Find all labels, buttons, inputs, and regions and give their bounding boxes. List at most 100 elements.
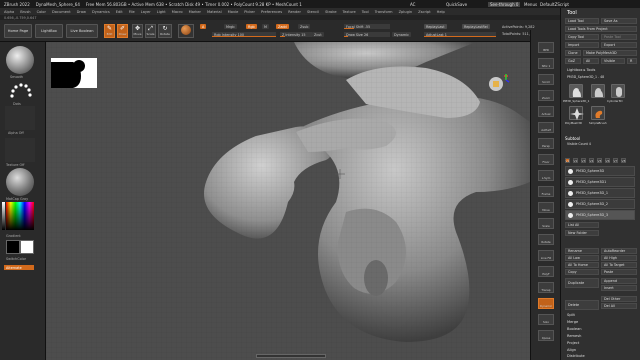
default-zscript-button[interactable]: DefaultZScript: [540, 2, 569, 7]
shelf-aahalf-button[interactable]: AAHalf: [538, 122, 554, 133]
subtool-row[interactable]: PM3D_Sphere3D_3: [565, 210, 635, 220]
menu-texture[interactable]: Texture: [343, 10, 356, 14]
save-as-button[interactable]: Save As: [601, 18, 637, 24]
alternate-button[interactable]: Alternate: [4, 265, 34, 270]
shelf-frame-button[interactable]: Frame: [538, 186, 554, 197]
v-button-1[interactable]: V1: [565, 158, 570, 163]
menu-light[interactable]: Light: [157, 10, 166, 14]
merge-menu[interactable]: Merge: [567, 320, 578, 324]
zsub-toggle[interactable]: Zsub: [298, 24, 311, 29]
v-button-7[interactable]: V7: [613, 158, 618, 163]
make-polymesh3d-button[interactable]: Make PolyMesh3D: [583, 50, 637, 56]
menu-movie[interactable]: Movie: [228, 10, 239, 14]
focal-shift-slider[interactable]: Focal Shift -55: [344, 24, 390, 29]
lightbox-tools-button[interactable]: Lightbox ▸ Tools: [567, 68, 595, 72]
export-button[interactable]: Export: [601, 42, 637, 48]
shelf-scale-button[interactable]: Scale: [538, 218, 554, 229]
subtool-row[interactable]: PM3D_Sphere3D_1: [565, 188, 635, 198]
edit-mode-button[interactable]: ✎ Edit: [104, 24, 115, 38]
m-toggle[interactable]: M: [262, 24, 269, 29]
viewport-canvas[interactable]: [46, 42, 530, 360]
align-menu[interactable]: Align: [567, 348, 576, 352]
paste-button[interactable]: Paste: [601, 269, 637, 275]
menu-picker[interactable]: Picker: [244, 10, 255, 14]
v-button-5[interactable]: V5: [597, 158, 602, 163]
v-button-3[interactable]: V3: [581, 158, 586, 163]
replay-last-button[interactable]: ReplayLast: [424, 24, 447, 29]
project-menu[interactable]: Project: [567, 341, 579, 345]
subtool-row[interactable]: PM3D_Sphere3D_2: [565, 199, 635, 209]
v-button-6[interactable]: V6: [605, 158, 610, 163]
all-high-button[interactable]: All High: [601, 255, 637, 261]
shelf-transp-button[interactable]: Transp: [538, 282, 554, 293]
rgb-toggle[interactable]: Rgb: [246, 24, 257, 29]
del-all-button[interactable]: Del All: [601, 303, 637, 309]
v-button-4[interactable]: V4: [589, 158, 594, 163]
menu-layer[interactable]: Layer: [141, 10, 151, 14]
split-menu[interactable]: Split: [567, 313, 575, 317]
import-button[interactable]: Import: [565, 42, 599, 48]
shelf-floor-button[interactable]: Floor: [538, 154, 554, 165]
del-other-button[interactable]: Del Other: [601, 296, 637, 302]
all-to-target-button[interactable]: All To Target: [601, 262, 637, 268]
shelf-rotate-button[interactable]: Rotate: [538, 234, 554, 245]
material-thumbnail[interactable]: [6, 168, 34, 196]
r-button[interactable]: R: [627, 58, 637, 64]
rename-button[interactable]: Rename: [565, 248, 599, 254]
menu-stencil[interactable]: Stencil: [307, 10, 319, 14]
texture-thumbnail[interactable]: [5, 138, 35, 162]
shelf-scroll-button[interactable]: Scroll: [538, 74, 554, 85]
viewport-scrollbar[interactable]: [256, 354, 326, 358]
tool-thumb-simplebrush[interactable]: [591, 106, 605, 120]
menu-tool[interactable]: Tool: [362, 10, 369, 14]
menu-draw[interactable]: Draw: [77, 10, 86, 14]
draw-mode-button[interactable]: ✐ Draw: [117, 24, 128, 38]
shelf-dynamic-button[interactable]: Dynamic: [538, 298, 554, 309]
reference-image-thumbnail[interactable]: [51, 58, 97, 88]
shelf-persp-button[interactable]: Persp: [538, 138, 554, 149]
tool-thumb-cylinder[interactable]: [611, 84, 625, 98]
dynamic-toggle[interactable]: Dynamic: [392, 32, 411, 37]
color-value-bar[interactable]: [2, 202, 5, 230]
shelf-spix-1-button[interactable]: SPix 1: [538, 58, 554, 69]
visible-button[interactable]: Visible: [601, 58, 625, 64]
tool-thumb-polymesh[interactable]: [569, 106, 584, 120]
shelf-zoom-button[interactable]: Zoom: [538, 90, 554, 101]
insert-button[interactable]: Insert: [601, 285, 637, 291]
adjust-last-slider[interactable]: AdjustLast 1: [424, 32, 496, 37]
z-intensity-slider[interactable]: Z Intensity 15: [280, 32, 312, 37]
home-page-button[interactable]: Home Page: [4, 24, 32, 38]
delete-button[interactable]: Delete: [565, 300, 599, 310]
menu-material[interactable]: Material: [207, 10, 222, 14]
quicksave-button[interactable]: QuickSave: [446, 2, 467, 7]
move-mode-button[interactable]: ✥ Move: [132, 24, 143, 38]
subtool-header[interactable]: Subtool: [565, 136, 580, 141]
shelf-actual-button[interactable]: Actual: [538, 106, 554, 117]
a-toggle[interactable]: A: [200, 24, 207, 29]
scale-mode-button[interactable]: ⤢ Scale: [145, 24, 156, 38]
remesh-menu[interactable]: Remesh: [567, 334, 581, 338]
list-all-button[interactable]: List All: [565, 222, 599, 228]
color-picker[interactable]: [6, 202, 34, 230]
menu-stroke[interactable]: Stroke: [325, 10, 336, 14]
v-button-2[interactable]: V2: [573, 158, 578, 163]
tool-thumb-active[interactable]: [569, 84, 583, 98]
tool-thumb-sphere[interactable]: [591, 84, 605, 98]
replay-last-rel-button[interactable]: ReplayLastRel: [462, 24, 490, 29]
menu-brush[interactable]: Brush: [20, 10, 30, 14]
copy-button[interactable]: Copy: [565, 269, 599, 275]
append-button[interactable]: Append: [601, 278, 637, 284]
mrgb-toggle[interactable]: Mrgb: [224, 24, 237, 29]
live-boolean-button[interactable]: Live Boolean: [66, 24, 98, 38]
all-low-button[interactable]: All Low: [565, 255, 599, 261]
zadd-toggle[interactable]: Zadd: [276, 24, 289, 29]
menu-alpha[interactable]: Alpha: [4, 10, 14, 14]
shelf-line-fill-button[interactable]: Line Fill: [538, 250, 554, 261]
shelf-move-button[interactable]: Move: [538, 202, 554, 213]
material-sphere-button[interactable]: [178, 24, 194, 38]
shelf-solo-button[interactable]: Solo: [538, 314, 554, 325]
navigation-gizmo[interactable]: [486, 72, 510, 96]
new-folder-button[interactable]: New Folder: [565, 230, 599, 236]
switch-color-button[interactable]: SwitchColor: [6, 257, 26, 261]
menu-document[interactable]: Document: [52, 10, 71, 14]
